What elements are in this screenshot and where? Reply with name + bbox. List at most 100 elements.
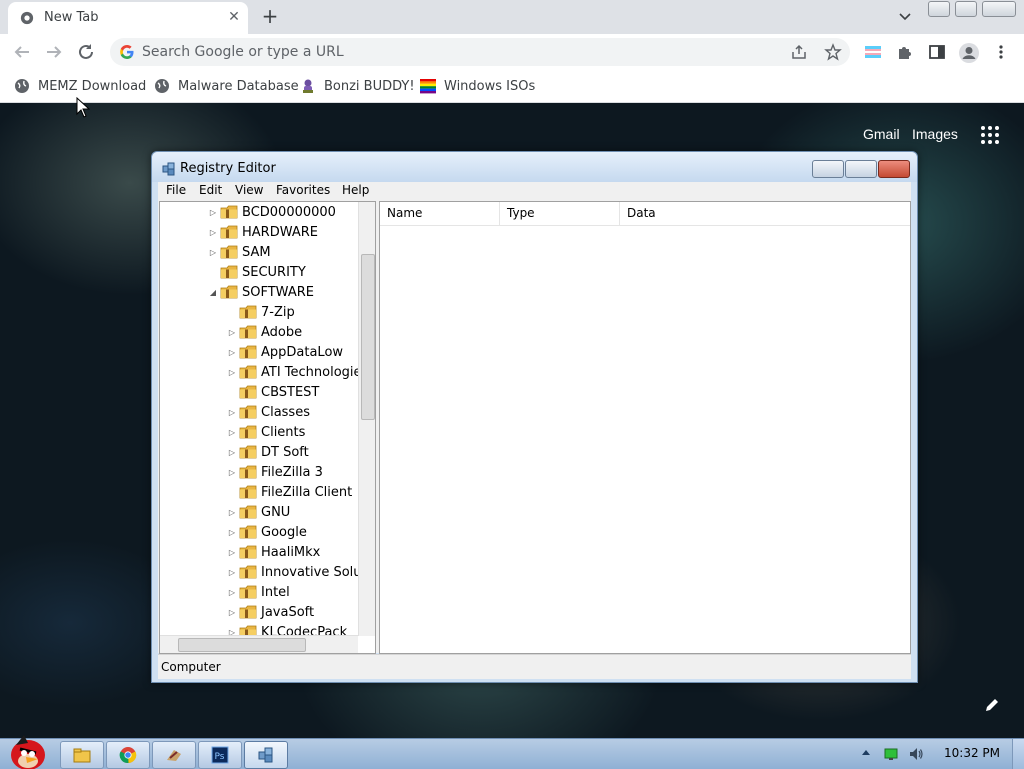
tree-collapsed-arrow-icon[interactable]: ▷	[208, 248, 218, 257]
browser-close-button[interactable]	[982, 1, 1016, 17]
taskbar-chrome-button[interactable]	[106, 741, 150, 769]
menu-view[interactable]: View	[235, 183, 263, 197]
side-panel-icon[interactable]	[928, 43, 946, 61]
tree-expanded-arrow-icon[interactable]: ◢	[208, 288, 218, 297]
share-icon[interactable]	[790, 43, 808, 61]
bookmark-star-icon[interactable]	[824, 43, 842, 61]
tree-node[interactable]: ▷ DT Soft	[227, 442, 309, 462]
maximize-button[interactable]	[845, 160, 877, 178]
start-button-angry-bird-icon[interactable]	[2, 731, 50, 769]
globe-icon	[15, 79, 29, 93]
tree-node-label: DT Soft	[261, 444, 309, 460]
menu-file[interactable]: File	[166, 183, 186, 197]
volume-icon[interactable]	[908, 746, 924, 762]
close-button[interactable]	[878, 160, 910, 178]
menu-edit[interactable]: Edit	[199, 183, 222, 197]
menu-favorites[interactable]: Favorites	[276, 183, 330, 197]
tree-node[interactable]: ▷ Innovative Soluti	[227, 562, 370, 582]
tree-vertical-scroll-thumb[interactable]	[361, 254, 375, 420]
tray-overflow-arrow-icon[interactable]	[860, 747, 872, 759]
tree-collapsed-arrow-icon[interactable]: ▷	[227, 528, 237, 537]
tree-node[interactable]: ▷ HARDWARE	[208, 222, 318, 242]
tree-collapsed-arrow-icon[interactable]: ▷	[227, 328, 237, 337]
tree-collapsed-arrow-icon[interactable]: ▷	[208, 228, 218, 237]
registry-editor-titlebar[interactable]: Registry Editor	[152, 152, 917, 182]
minimize-button[interactable]	[812, 160, 844, 178]
tree-node[interactable]: ▷ Google	[227, 522, 307, 542]
list-header: Name Type Data	[380, 202, 910, 226]
browser-minimize-button[interactable]	[928, 1, 950, 17]
tab-new-tab[interactable]: New Tab ✕	[8, 2, 248, 34]
tree-collapsed-arrow-icon[interactable]: ▷	[208, 208, 218, 217]
bookmark-bonzi-buddy[interactable]: Bonzi BUDDY!	[300, 74, 415, 98]
tree-vertical-scrollbar[interactable]	[358, 202, 375, 636]
reload-icon[interactable]	[74, 40, 98, 64]
tree-node[interactable]: ▷ BCD00000000	[208, 202, 336, 222]
tree-node[interactable]: ▷ Adobe	[227, 322, 302, 342]
tree-node[interactable]: ▷ Clients	[227, 422, 306, 442]
tree-collapsed-arrow-icon[interactable]: ▷	[227, 588, 237, 597]
tree-node[interactable]: CBSTEST	[227, 382, 319, 402]
profile-avatar-icon[interactable]	[958, 42, 980, 64]
bookmark-malware-database[interactable]: Malware Database	[154, 74, 299, 98]
extension-flag-icon[interactable]	[864, 43, 882, 61]
taskbar-explorer-button[interactable]	[60, 741, 104, 769]
network-icon[interactable]	[884, 747, 898, 761]
google-apps-grid-icon[interactable]	[980, 125, 1000, 145]
tree-collapsed-arrow-icon[interactable]: ▷	[227, 508, 237, 517]
taskbar-photoshop-button[interactable]: Ps	[198, 741, 242, 769]
tree-collapsed-arrow-icon[interactable]: ▷	[227, 548, 237, 557]
browser-restore-button[interactable]	[955, 1, 977, 17]
customize-pencil-icon[interactable]	[984, 697, 1000, 713]
folder-icon	[239, 485, 257, 499]
taskbar-clock[interactable]: 10:32 PM	[944, 746, 1000, 760]
tree-collapsed-arrow-icon[interactable]: ▷	[227, 448, 237, 457]
gmail-link[interactable]: Gmail	[863, 126, 900, 142]
globe-icon	[155, 79, 169, 93]
taskbar-app-button[interactable]	[152, 741, 196, 769]
tree-node[interactable]: SECURITY	[208, 262, 306, 282]
tree-node[interactable]: 7-Zip	[227, 302, 295, 322]
show-desktop-button[interactable]	[1012, 739, 1024, 769]
taskbar-regedit-button[interactable]	[244, 741, 288, 769]
tree-node[interactable]: ▷ Classes	[227, 402, 310, 422]
extensions-puzzle-icon[interactable]	[896, 43, 914, 61]
tree-collapsed-arrow-icon[interactable]: ▷	[227, 428, 237, 437]
tree-collapsed-arrow-icon[interactable]: ▷	[227, 368, 237, 377]
tree-node[interactable]: ▷ SAM	[208, 242, 271, 262]
tree-node[interactable]: ▷ HaaliMkx	[227, 542, 320, 562]
tree-collapsed-arrow-icon[interactable]: ▷	[227, 608, 237, 617]
address-bar-input[interactable]	[142, 38, 762, 66]
tree-node[interactable]: ▷ FileZilla 3	[227, 462, 323, 482]
tree-node[interactable]: ▷ AppDataLow	[227, 342, 343, 362]
tab-strip: New Tab ✕ +	[0, 0, 1024, 34]
column-header-data[interactable]: Data	[620, 202, 910, 225]
tab-close-icon[interactable]: ✕	[226, 9, 242, 25]
tree-node[interactable]: ▷ Intel	[227, 582, 290, 602]
menu-help[interactable]: Help	[342, 183, 369, 197]
forward-arrow-icon[interactable]	[42, 40, 66, 64]
new-tab-button[interactable]: +	[260, 6, 280, 26]
folder-icon	[239, 545, 257, 559]
column-header-type[interactable]: Type	[500, 202, 620, 225]
images-link[interactable]: Images	[912, 126, 958, 142]
tree-horizontal-scrollbar[interactable]	[160, 635, 358, 653]
tree-collapsed-arrow-icon[interactable]: ▷	[227, 568, 237, 577]
tree-collapsed-arrow-icon[interactable]: ▷	[227, 468, 237, 477]
tree-collapsed-arrow-icon[interactable]: ▷	[227, 408, 237, 417]
tree-node[interactable]: ▷ JavaSoft	[227, 602, 314, 622]
tree-node[interactable]: ◢ SOFTWARE	[208, 282, 314, 302]
omnibox[interactable]	[110, 38, 850, 66]
bookmark-memz-download[interactable]: MEMZ Download	[14, 74, 146, 98]
bookmark-windows-isos[interactable]: Windows ISOs	[420, 74, 535, 98]
more-vert-icon[interactable]	[992, 43, 1010, 61]
tree-node[interactable]: ▷ ATI Technologie	[227, 362, 362, 382]
tree-collapsed-arrow-icon[interactable]: ▷	[227, 348, 237, 357]
tree-horizontal-scroll-thumb[interactable]	[178, 638, 306, 652]
column-header-name[interactable]: Name	[380, 202, 500, 225]
back-arrow-icon[interactable]	[10, 40, 34, 64]
tree-node[interactable]: FileZilla Client	[227, 482, 352, 502]
values-list-view: Name Type Data	[379, 201, 911, 654]
tree-node[interactable]: ▷ GNU	[227, 502, 290, 522]
tab-search-chevron-icon[interactable]	[896, 8, 914, 26]
